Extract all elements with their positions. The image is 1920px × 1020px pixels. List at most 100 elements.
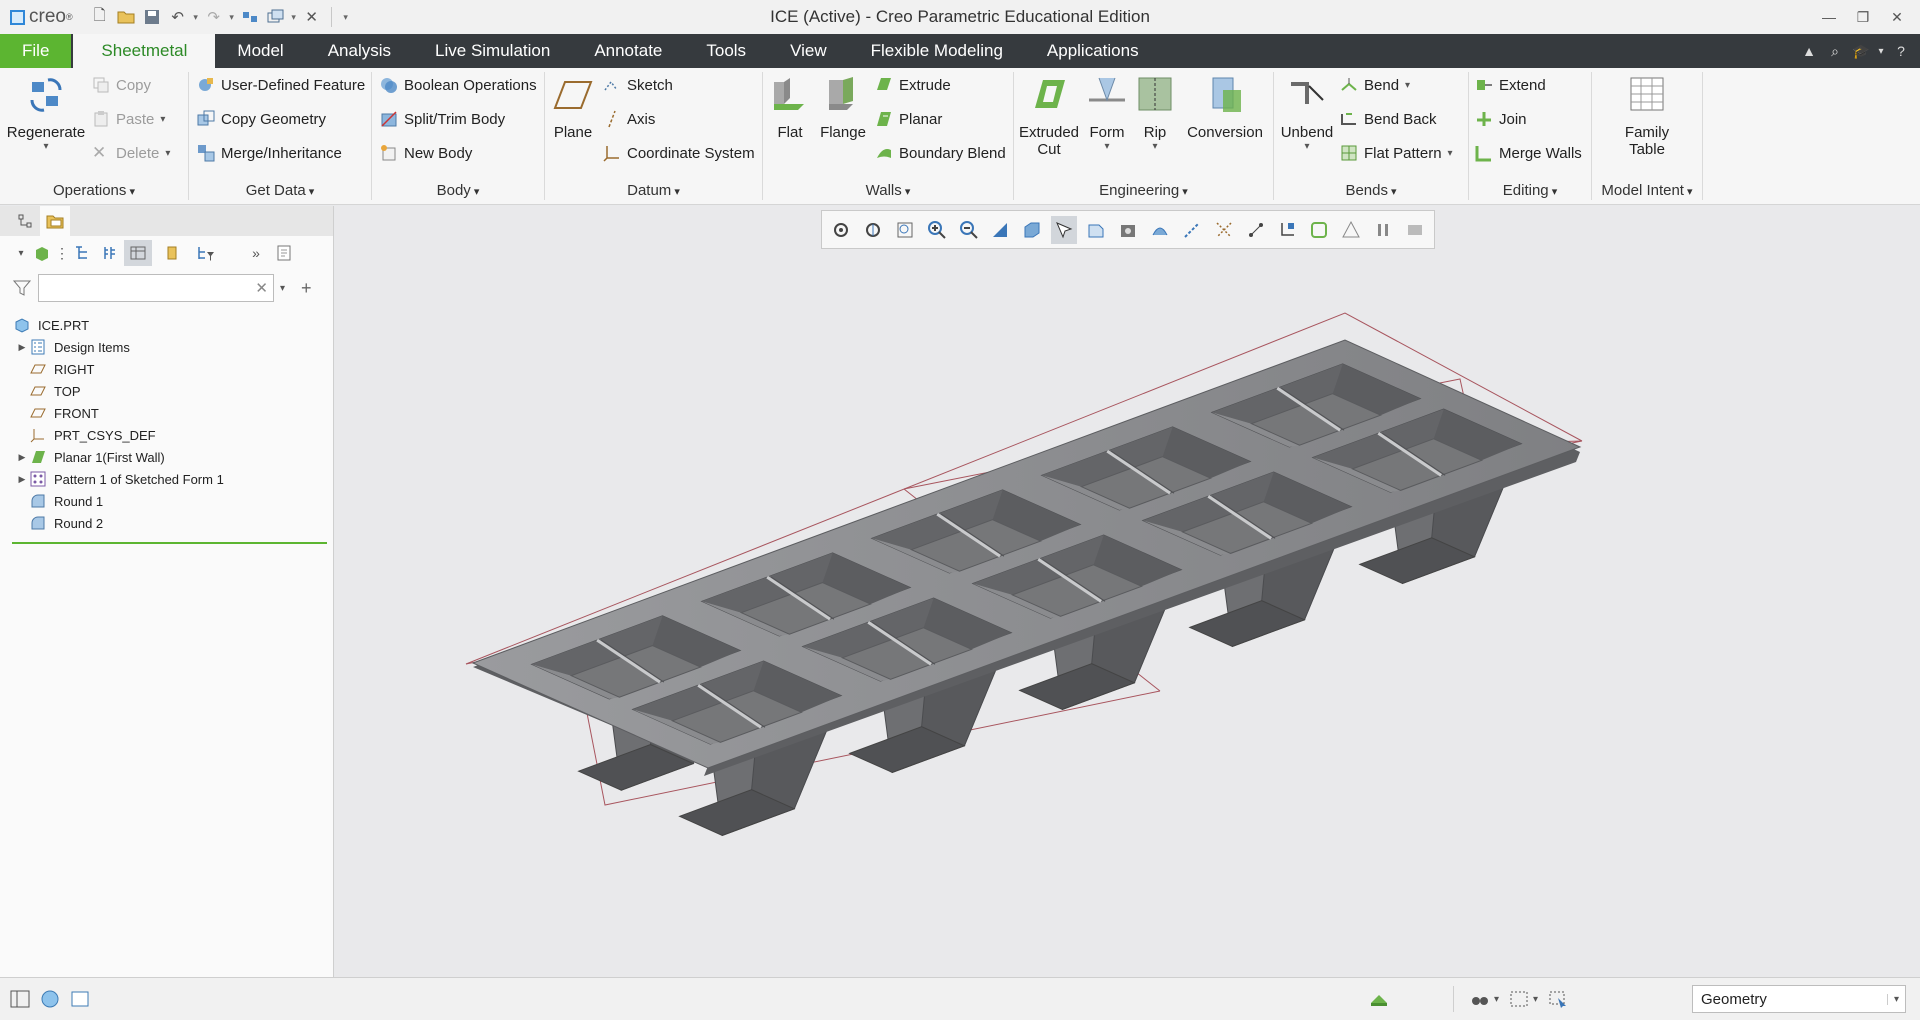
search-dropdown-icon[interactable]: ▾ <box>280 283 285 294</box>
selection-filter-dropdown[interactable]: Geometry ▾ <box>1692 985 1906 1013</box>
form-button[interactable]: Form ▾ <box>1084 74 1130 152</box>
axis-display-icon[interactable] <box>1211 216 1237 244</box>
walls-group-label[interactable]: Walls <box>763 182 1013 199</box>
zoom-in-icon[interactable] <box>924 216 950 244</box>
find-icon[interactable] <box>1466 986 1494 1012</box>
point-display-icon[interactable] <box>1243 216 1269 244</box>
customize-qa-icon[interactable]: ▾ <box>338 12 354 23</box>
sketch-button[interactable]: Sketch <box>603 72 673 98</box>
tree-item-round-2[interactable]: Round 2 <box>0 512 333 534</box>
extruded-cut-button[interactable]: Extruded Cut <box>1018 74 1080 158</box>
datum-group-label[interactable]: Datum <box>545 182 762 199</box>
tree-search-input[interactable]: ✕ <box>38 274 274 302</box>
model-tree-tab-icon[interactable] <box>10 206 40 236</box>
regenerate-small-icon[interactable] <box>237 4 263 30</box>
regenerate-button[interactable]: Regenerate ▾ <box>4 74 88 152</box>
tab-model[interactable]: Model <box>215 34 305 68</box>
tree-columns-icon[interactable] <box>96 240 124 266</box>
bends-group-label[interactable]: Bends <box>1274 182 1468 199</box>
split-trim-body-button[interactable]: Split/Trim Body <box>380 106 505 132</box>
tree-item-planar-1[interactable]: ▶ Planar 1(First Wall) <box>0 446 333 468</box>
tree-filters-icon[interactable] <box>192 240 220 266</box>
new-file-icon[interactable]: 🗋 <box>87 4 113 30</box>
paste-button[interactable]: Paste ▾ <box>92 106 165 132</box>
delete-button[interactable]: ✕ Delete ▾ <box>92 140 170 166</box>
display-style-icon[interactable] <box>1019 216 1045 244</box>
flat-button[interactable]: Flat <box>765 74 815 141</box>
operations-group-label[interactable]: Operations <box>0 182 188 199</box>
tab-sheetmetal[interactable]: Sheetmetal <box>73 34 216 68</box>
tree-notes-icon[interactable] <box>270 240 298 266</box>
paste-dropdown-icon[interactable]: ▾ <box>160 114 165 125</box>
bend-button[interactable]: Bend ▾ <box>1340 72 1410 98</box>
udf-button[interactable]: User-Defined Feature <box>197 72 365 98</box>
tab-file[interactable]: File <box>0 34 72 68</box>
help-icon[interactable]: ? <box>1888 43 1914 59</box>
tree-filter-toggle-icon[interactable] <box>124 240 152 266</box>
tab-analysis[interactable]: Analysis <box>306 34 413 68</box>
collapse-ribbon-icon[interactable]: ▲ <box>1796 43 1822 59</box>
form-dropdown-icon[interactable]: ▾ <box>1084 141 1130 152</box>
plane-display-icon[interactable] <box>1179 216 1205 244</box>
learning-dropdown-icon[interactable]: ▾ <box>1874 46 1888 57</box>
add-filter-icon[interactable]: + <box>301 278 312 299</box>
repaint-icon[interactable] <box>987 216 1013 244</box>
redo-dropdown-icon[interactable]: ▾ <box>227 12 237 23</box>
filter-funnel-icon[interactable] <box>12 278 32 298</box>
merge-inheritance-button[interactable]: Merge/Inheritance <box>197 140 342 166</box>
new-body-button[interactable]: New Body <box>380 140 472 166</box>
redo-icon[interactable]: ↷ <box>201 4 227 30</box>
flange-button[interactable]: Flange <box>817 74 869 141</box>
tree-settings-icon[interactable] <box>68 240 96 266</box>
refit-icon[interactable] <box>828 216 854 244</box>
section-view-icon[interactable] <box>1115 216 1141 244</box>
full-screen-icon[interactable] <box>68 987 92 1011</box>
axis-button[interactable]: Axis <box>603 106 655 132</box>
pause-icon[interactable] <box>1370 216 1396 244</box>
expand-icon[interactable]: ▶ <box>14 342 30 353</box>
tree-item-front[interactable]: FRONT <box>0 402 333 424</box>
close-icon[interactable]: ✕ <box>1880 0 1914 34</box>
tab-flexible-modeling[interactable]: Flexible Modeling <box>849 34 1025 68</box>
bend-back-button[interactable]: Bend Back <box>1340 106 1437 132</box>
tab-live-simulation[interactable]: Live Simulation <box>413 34 572 68</box>
get-data-group-label[interactable]: Get Data <box>189 182 371 199</box>
tree-item-ice-prt[interactable]: ICE.PRT <box>0 314 333 336</box>
flat-pattern-dropdown-icon[interactable]: ▾ <box>1448 148 1453 159</box>
rip-dropdown-icon[interactable]: ▾ <box>1132 141 1178 152</box>
tree-item-design-items[interactable]: ▶ Design Items <box>0 336 333 358</box>
engineering-group-label[interactable]: Engineering <box>1014 182 1273 199</box>
copy-geometry-button[interactable]: Copy Geometry <box>197 106 326 132</box>
toggle-browser-icon[interactable] <box>38 987 62 1011</box>
minimize-icon[interactable]: — <box>1812 0 1846 34</box>
unbend-button[interactable]: Unbend ▾ <box>1276 74 1338 152</box>
extend-button[interactable]: Extend <box>1475 72 1546 98</box>
search-icon[interactable]: ⌕ <box>1822 43 1848 60</box>
creo-logo[interactable]: creo ® <box>10 6 73 28</box>
tree-item-prt-csys-def[interactable]: PRT_CSYS_DEF <box>0 424 333 446</box>
tree-item-pattern-1[interactable]: ▶ Pattern 1 of Sketched Form 1 <box>0 468 333 490</box>
active-body-icon[interactable] <box>28 240 56 266</box>
smart-select-icon[interactable] <box>1544 986 1572 1012</box>
tree-display-caret-icon[interactable]: ▾ <box>14 240 28 266</box>
rip-button[interactable]: Rip ▾ <box>1132 74 1178 152</box>
view-manager-icon[interactable] <box>1147 216 1173 244</box>
family-table-button[interactable]: Family Table <box>1602 74 1692 158</box>
tree-item-top[interactable]: TOP <box>0 380 333 402</box>
delete-dropdown-icon[interactable]: ▾ <box>165 148 170 159</box>
csys-display-icon[interactable] <box>1274 216 1300 244</box>
bend-dropdown-icon[interactable]: ▾ <box>1405 80 1410 91</box>
conversion-button[interactable]: Conversion <box>1180 74 1270 141</box>
selection-box-dropdown-icon[interactable]: ▾ <box>1533 994 1538 1005</box>
expand-icon[interactable]: ▶ <box>14 452 30 463</box>
expand-more-icon[interactable]: » <box>242 240 270 266</box>
close-window-icon[interactable]: ✕ <box>299 4 325 30</box>
show-layers-icon[interactable] <box>158 240 186 266</box>
clear-search-icon[interactable]: ✕ <box>255 279 268 297</box>
tree-item-right[interactable]: RIGHT <box>0 358 333 380</box>
plane-button[interactable]: Plane <box>549 74 597 141</box>
folder-browser-tab-icon[interactable] <box>40 206 70 236</box>
insert-here-marker[interactable] <box>12 542 327 544</box>
saved-orientations-icon[interactable] <box>860 216 886 244</box>
tab-tools[interactable]: Tools <box>684 34 768 68</box>
